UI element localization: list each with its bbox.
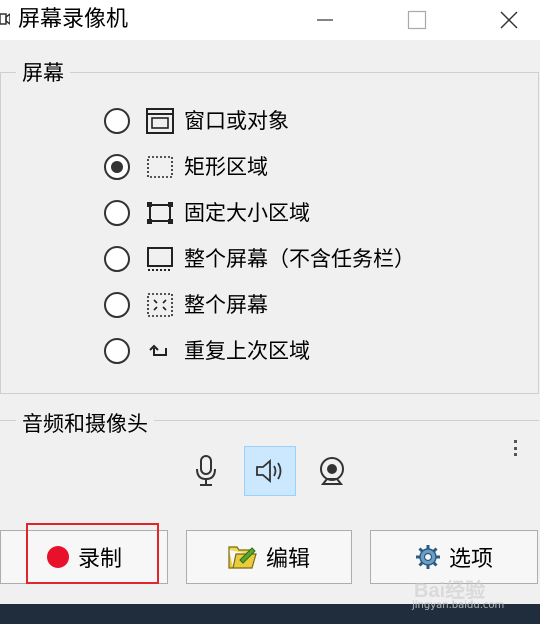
option-repeat-last[interactable]: 重复上次区域 bbox=[104, 336, 310, 366]
radio-screen-no-taskbar[interactable] bbox=[104, 246, 130, 272]
option-label: 整个屏幕（不含任务栏） bbox=[184, 247, 415, 271]
option-label: 窗口或对象 bbox=[184, 109, 289, 133]
screen-no-taskbar-icon bbox=[146, 246, 174, 272]
edit-button[interactable]: 编辑 bbox=[186, 530, 352, 584]
option-label: 矩形区域 bbox=[184, 155, 268, 179]
fixed-size-icon bbox=[146, 200, 174, 226]
minimize-icon bbox=[317, 19, 333, 21]
watermark-url: jingyan.baidu.com bbox=[412, 600, 505, 611]
option-fullscreen[interactable]: 整个屏幕 bbox=[104, 290, 268, 320]
options-label: 选项 bbox=[448, 547, 493, 572]
speaker-button[interactable] bbox=[244, 446, 296, 496]
radio-repeat-last[interactable] bbox=[104, 338, 130, 364]
screen-group-label: 屏幕 bbox=[16, 60, 70, 86]
more-options-icon[interactable] bbox=[512, 440, 518, 456]
record-label: 录制 bbox=[77, 547, 122, 572]
folder-edit-icon bbox=[228, 544, 258, 570]
record-button[interactable]: 录制 bbox=[0, 530, 168, 584]
option-label: 重复上次区域 bbox=[184, 339, 310, 363]
minimize-button[interactable] bbox=[302, 0, 348, 40]
maximize-button[interactable] bbox=[394, 0, 440, 40]
window-icon bbox=[146, 108, 174, 134]
radio-window[interactable] bbox=[104, 108, 130, 134]
webcam-icon bbox=[320, 457, 344, 485]
speaker-icon bbox=[256, 459, 282, 483]
watermark-brand: Bai经验 bbox=[414, 580, 486, 602]
radio-fixed-size[interactable] bbox=[104, 200, 130, 226]
edit-label: 编辑 bbox=[265, 547, 310, 572]
window-title: 屏幕录像机 bbox=[18, 7, 129, 32]
option-fixed-size[interactable]: 固定大小区域 bbox=[104, 198, 310, 228]
close-button[interactable] bbox=[486, 0, 532, 40]
microphone-button[interactable] bbox=[180, 446, 232, 496]
radio-rectangle[interactable] bbox=[104, 154, 130, 180]
close-icon bbox=[500, 11, 518, 29]
option-label: 固定大小区域 bbox=[184, 201, 310, 225]
title-bar: 屏幕录像机 bbox=[0, 0, 540, 40]
repeat-icon bbox=[146, 338, 174, 364]
camera-app-icon bbox=[0, 10, 11, 28]
option-window[interactable]: 窗口或对象 bbox=[104, 106, 289, 136]
record-dot-icon bbox=[46, 545, 70, 569]
audio-webcam-group-label: 音频和摄像头 bbox=[16, 411, 154, 437]
maximize-icon bbox=[407, 10, 427, 30]
webcam-button[interactable] bbox=[306, 446, 358, 496]
microphone-icon bbox=[196, 455, 216, 486]
option-screen-no-taskbar[interactable]: 整个屏幕（不含任务栏） bbox=[104, 244, 415, 274]
dashed-rect-icon bbox=[146, 154, 174, 180]
option-label: 整个屏幕 bbox=[184, 293, 268, 317]
radio-selected-dot bbox=[111, 161, 123, 173]
fullscreen-icon bbox=[146, 292, 174, 318]
radio-fullscreen[interactable] bbox=[104, 292, 130, 318]
option-rectangle[interactable]: 矩形区域 bbox=[104, 152, 268, 182]
gear-icon bbox=[415, 544, 441, 570]
